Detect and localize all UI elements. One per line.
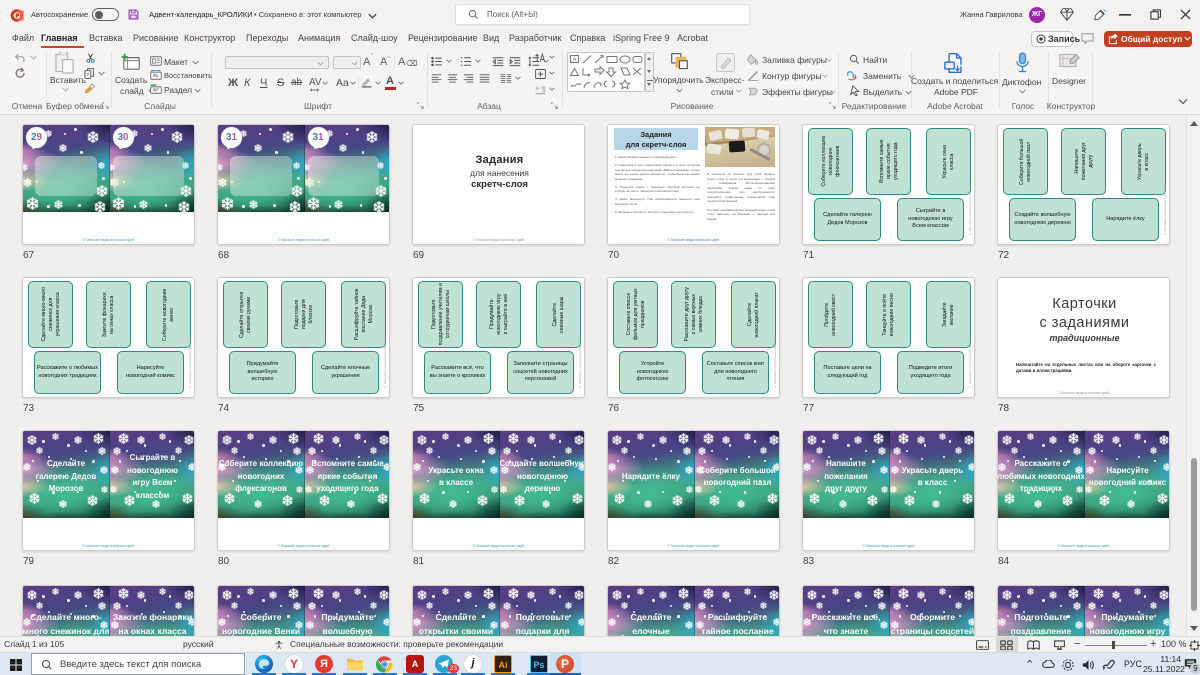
svg-text:A: A [572, 57, 577, 64]
